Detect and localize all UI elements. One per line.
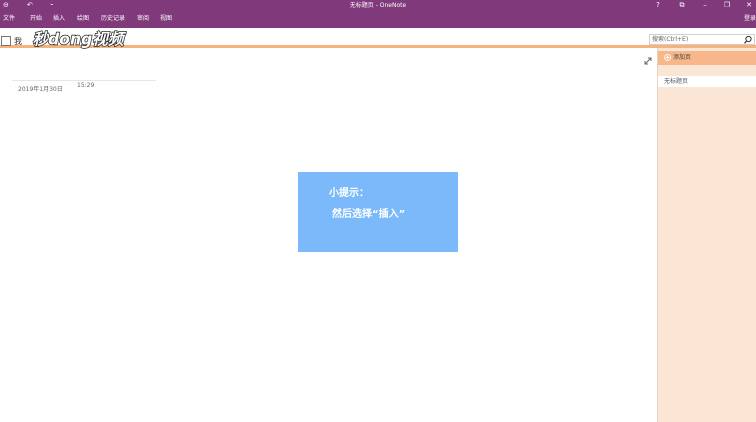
page-title-field[interactable] xyxy=(12,80,156,81)
search-placeholder: 搜索(Ctrl+E) xyxy=(652,36,689,43)
tab-review[interactable]: 审阅 xyxy=(137,15,149,23)
search-icon[interactable] xyxy=(743,35,753,45)
tip-heading: 小提示： xyxy=(329,188,369,199)
ribbon-tabs: 文件 开始 插入 绘图 历史记录 审阅 视图 登录 xyxy=(0,11,756,28)
window-title: 无标题页 - OneNote xyxy=(349,2,407,9)
svg-text:秒dong视频: 秒dong视频 xyxy=(33,31,127,49)
restore-button[interactable]: ❐ xyxy=(720,0,734,11)
ribbon-display-button[interactable]: ⧉ xyxy=(675,0,689,11)
tab-draw[interactable]: 绘图 xyxy=(77,15,89,23)
page-time: 15:29 xyxy=(77,82,95,89)
title-bar: ⊖ ↶ ⁃ 无标题页 - OneNote ? ⧉ – ❐ ✕ xyxy=(0,0,756,11)
tab-view[interactable]: 视图 xyxy=(160,15,172,23)
notebook-toggle[interactable] xyxy=(1,36,11,46)
add-page-label: 添加页 xyxy=(673,54,692,61)
watermark-logo: 秒dong视频 xyxy=(32,30,128,49)
pages-pane: 添加页 无标题页 xyxy=(657,48,756,422)
page-date: 2019年1月30日 xyxy=(18,86,63,93)
notebook-label[interactable]: 我 xyxy=(14,36,22,47)
expand-icon[interactable] xyxy=(644,57,652,65)
login-link[interactable]: 登录 xyxy=(744,15,756,23)
help-button[interactable]: ? xyxy=(651,0,665,11)
add-page-button[interactable]: 添加页 xyxy=(658,51,756,65)
tab-insert[interactable]: 插入 xyxy=(53,15,65,23)
onenote-window: ⊖ ↶ ⁃ 无标题页 - OneNote ? ⧉ – ❐ ✕ 文件 开始 插入 … xyxy=(0,0,756,422)
close-button[interactable]: ✕ xyxy=(742,0,756,11)
add-circle-icon xyxy=(664,54,671,61)
minimize-button[interactable]: – xyxy=(698,0,712,11)
search-box[interactable]: 搜索(Ctrl+E) xyxy=(649,34,755,45)
page-list-item-label: 无标题页 xyxy=(664,78,689,85)
notebook-bar: 我 秒dong视频 xyxy=(0,28,756,49)
tip-overlay: 小提示： 然后选择“插入” xyxy=(298,172,458,252)
tip-text: 然后选择“插入” xyxy=(332,209,406,220)
page-list-item[interactable]: 无标题页 xyxy=(658,76,756,87)
tab-history[interactable]: 历史记录 xyxy=(101,15,125,23)
tab-file[interactable]: 文件 xyxy=(3,15,15,23)
tab-home[interactable]: 开始 xyxy=(30,15,42,23)
